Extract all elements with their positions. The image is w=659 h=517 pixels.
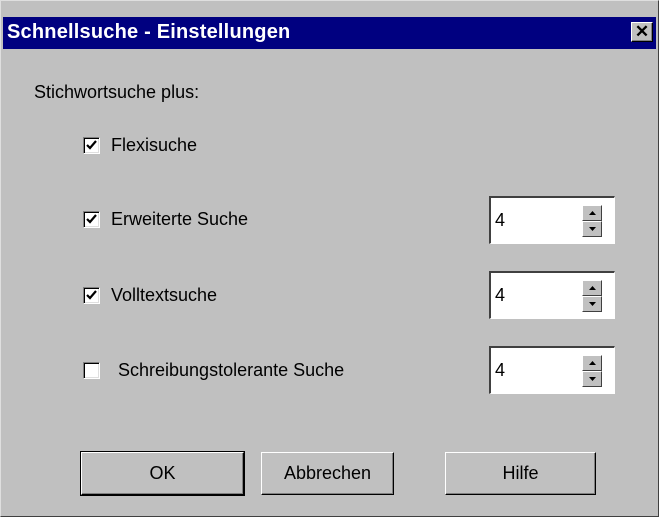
close-button[interactable]: ✕ bbox=[631, 22, 653, 42]
cancel-button[interactable]: Abbrechen bbox=[261, 452, 394, 495]
erweiterte-suche-label: Erweiterte Suche bbox=[111, 209, 249, 229]
schreibungstolerante-suche-value-input[interactable]: 4 bbox=[495, 356, 565, 384]
volltextsuche-label: Volltextsuche bbox=[111, 285, 218, 305]
dialog-window: Schnellsuche - Einstellungen ✕ Stichwort… bbox=[0, 0, 659, 517]
erweiterte-suche-spinbox: 4 bbox=[489, 196, 615, 244]
schreibungstolerante-suche-spinbox: 4 bbox=[489, 346, 615, 394]
flexisuche-checkbox[interactable] bbox=[83, 137, 100, 154]
schreibungstolerante-suche-checkbox[interactable] bbox=[83, 362, 100, 379]
arrow-down-icon bbox=[589, 227, 596, 231]
volltextsuche-spinbox: 4 bbox=[489, 271, 615, 319]
arrow-down-icon bbox=[589, 377, 596, 381]
erweiterte-suche-value-input[interactable]: 4 bbox=[495, 206, 565, 234]
volltextsuche-value-input[interactable]: 4 bbox=[495, 281, 565, 309]
title-bar: Schnellsuche - Einstellungen ✕ bbox=[3, 17, 656, 49]
checkmark-icon bbox=[86, 140, 97, 150]
help-button[interactable]: Hilfe bbox=[445, 452, 596, 495]
arrow-up-icon bbox=[589, 211, 596, 215]
schreibungstolerante-suche-spin-down-button[interactable] bbox=[582, 371, 602, 387]
arrow-down-icon bbox=[589, 302, 596, 306]
flexisuche-label: Flexisuche bbox=[111, 135, 198, 155]
close-icon: ✕ bbox=[634, 22, 650, 41]
volltextsuche-spin-down-button[interactable] bbox=[582, 296, 602, 312]
ok-button[interactable]: OK bbox=[80, 451, 245, 496]
volltextsuche-checkbox[interactable] bbox=[83, 287, 100, 304]
erweiterte-suche-checkbox[interactable] bbox=[83, 211, 100, 228]
volltextsuche-spin-up-button[interactable] bbox=[582, 280, 602, 296]
arrow-up-icon bbox=[589, 361, 596, 365]
checkmark-icon bbox=[86, 214, 97, 224]
schreibungstolerante-suche-spin-up-button[interactable] bbox=[582, 355, 602, 371]
erweiterte-suche-spin-up-button[interactable] bbox=[582, 205, 602, 221]
schreibungstolerante-suche-label: Schreibungstolerante Suche bbox=[118, 360, 345, 380]
erweiterte-suche-spin-down-button[interactable] bbox=[582, 221, 602, 237]
window-title: Schnellsuche - Einstellungen bbox=[7, 21, 291, 43]
section-label: Stichwortsuche plus: bbox=[34, 82, 200, 102]
arrow-up-icon bbox=[589, 286, 596, 290]
checkmark-icon bbox=[86, 290, 97, 300]
